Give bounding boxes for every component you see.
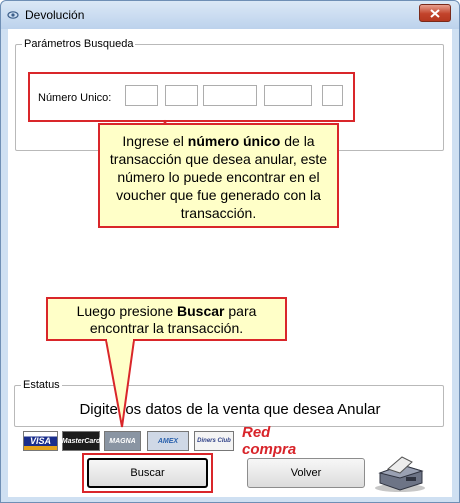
redcompra-logo: Red compra <box>242 424 328 458</box>
diners-logo: Diners Club <box>194 431 234 451</box>
numero-unico-highlight <box>28 72 355 122</box>
mastercard-logo: MasterCard <box>62 431 100 451</box>
buscar-highlight <box>82 453 213 493</box>
callout-1-text-a: Ingrese el <box>122 133 188 149</box>
callout-2-pointer <box>105 338 135 428</box>
callout-buscar: Luego presione Buscar para encontrar la … <box>46 297 287 341</box>
visa-logo: VISA <box>23 431 58 451</box>
callout-numero-unico: Ingrese el número único de la transacció… <box>98 123 339 228</box>
callout-2-text-a: Luego presione <box>76 303 178 319</box>
magna-logo: MAGNA <box>104 431 141 451</box>
estatus-legend: Estatus <box>23 379 60 391</box>
devolucion-window: Devolución Parámetros Busqueda Número Un… <box>0 0 460 503</box>
callout-1-bold: número único <box>187 133 281 149</box>
window-title: Devolución <box>25 8 85 22</box>
title-bar: Devolución <box>1 1 459 29</box>
volver-button[interactable]: Volver <box>247 458 365 488</box>
close-icon <box>430 8 440 18</box>
client-area: Parámetros Busqueda Número Unico: Estatu… <box>8 29 452 497</box>
window-icon <box>7 11 19 19</box>
printer-icon <box>375 456 425 492</box>
amex-logo: AMEX <box>147 431 189 451</box>
estatus-message: Digite los datos de la venta que desea A… <box>79 401 381 418</box>
close-button[interactable] <box>419 4 451 22</box>
callout-2-bold: Buscar <box>177 303 225 319</box>
parametros-busqueda-legend: Parámetros Busqueda <box>24 38 134 50</box>
